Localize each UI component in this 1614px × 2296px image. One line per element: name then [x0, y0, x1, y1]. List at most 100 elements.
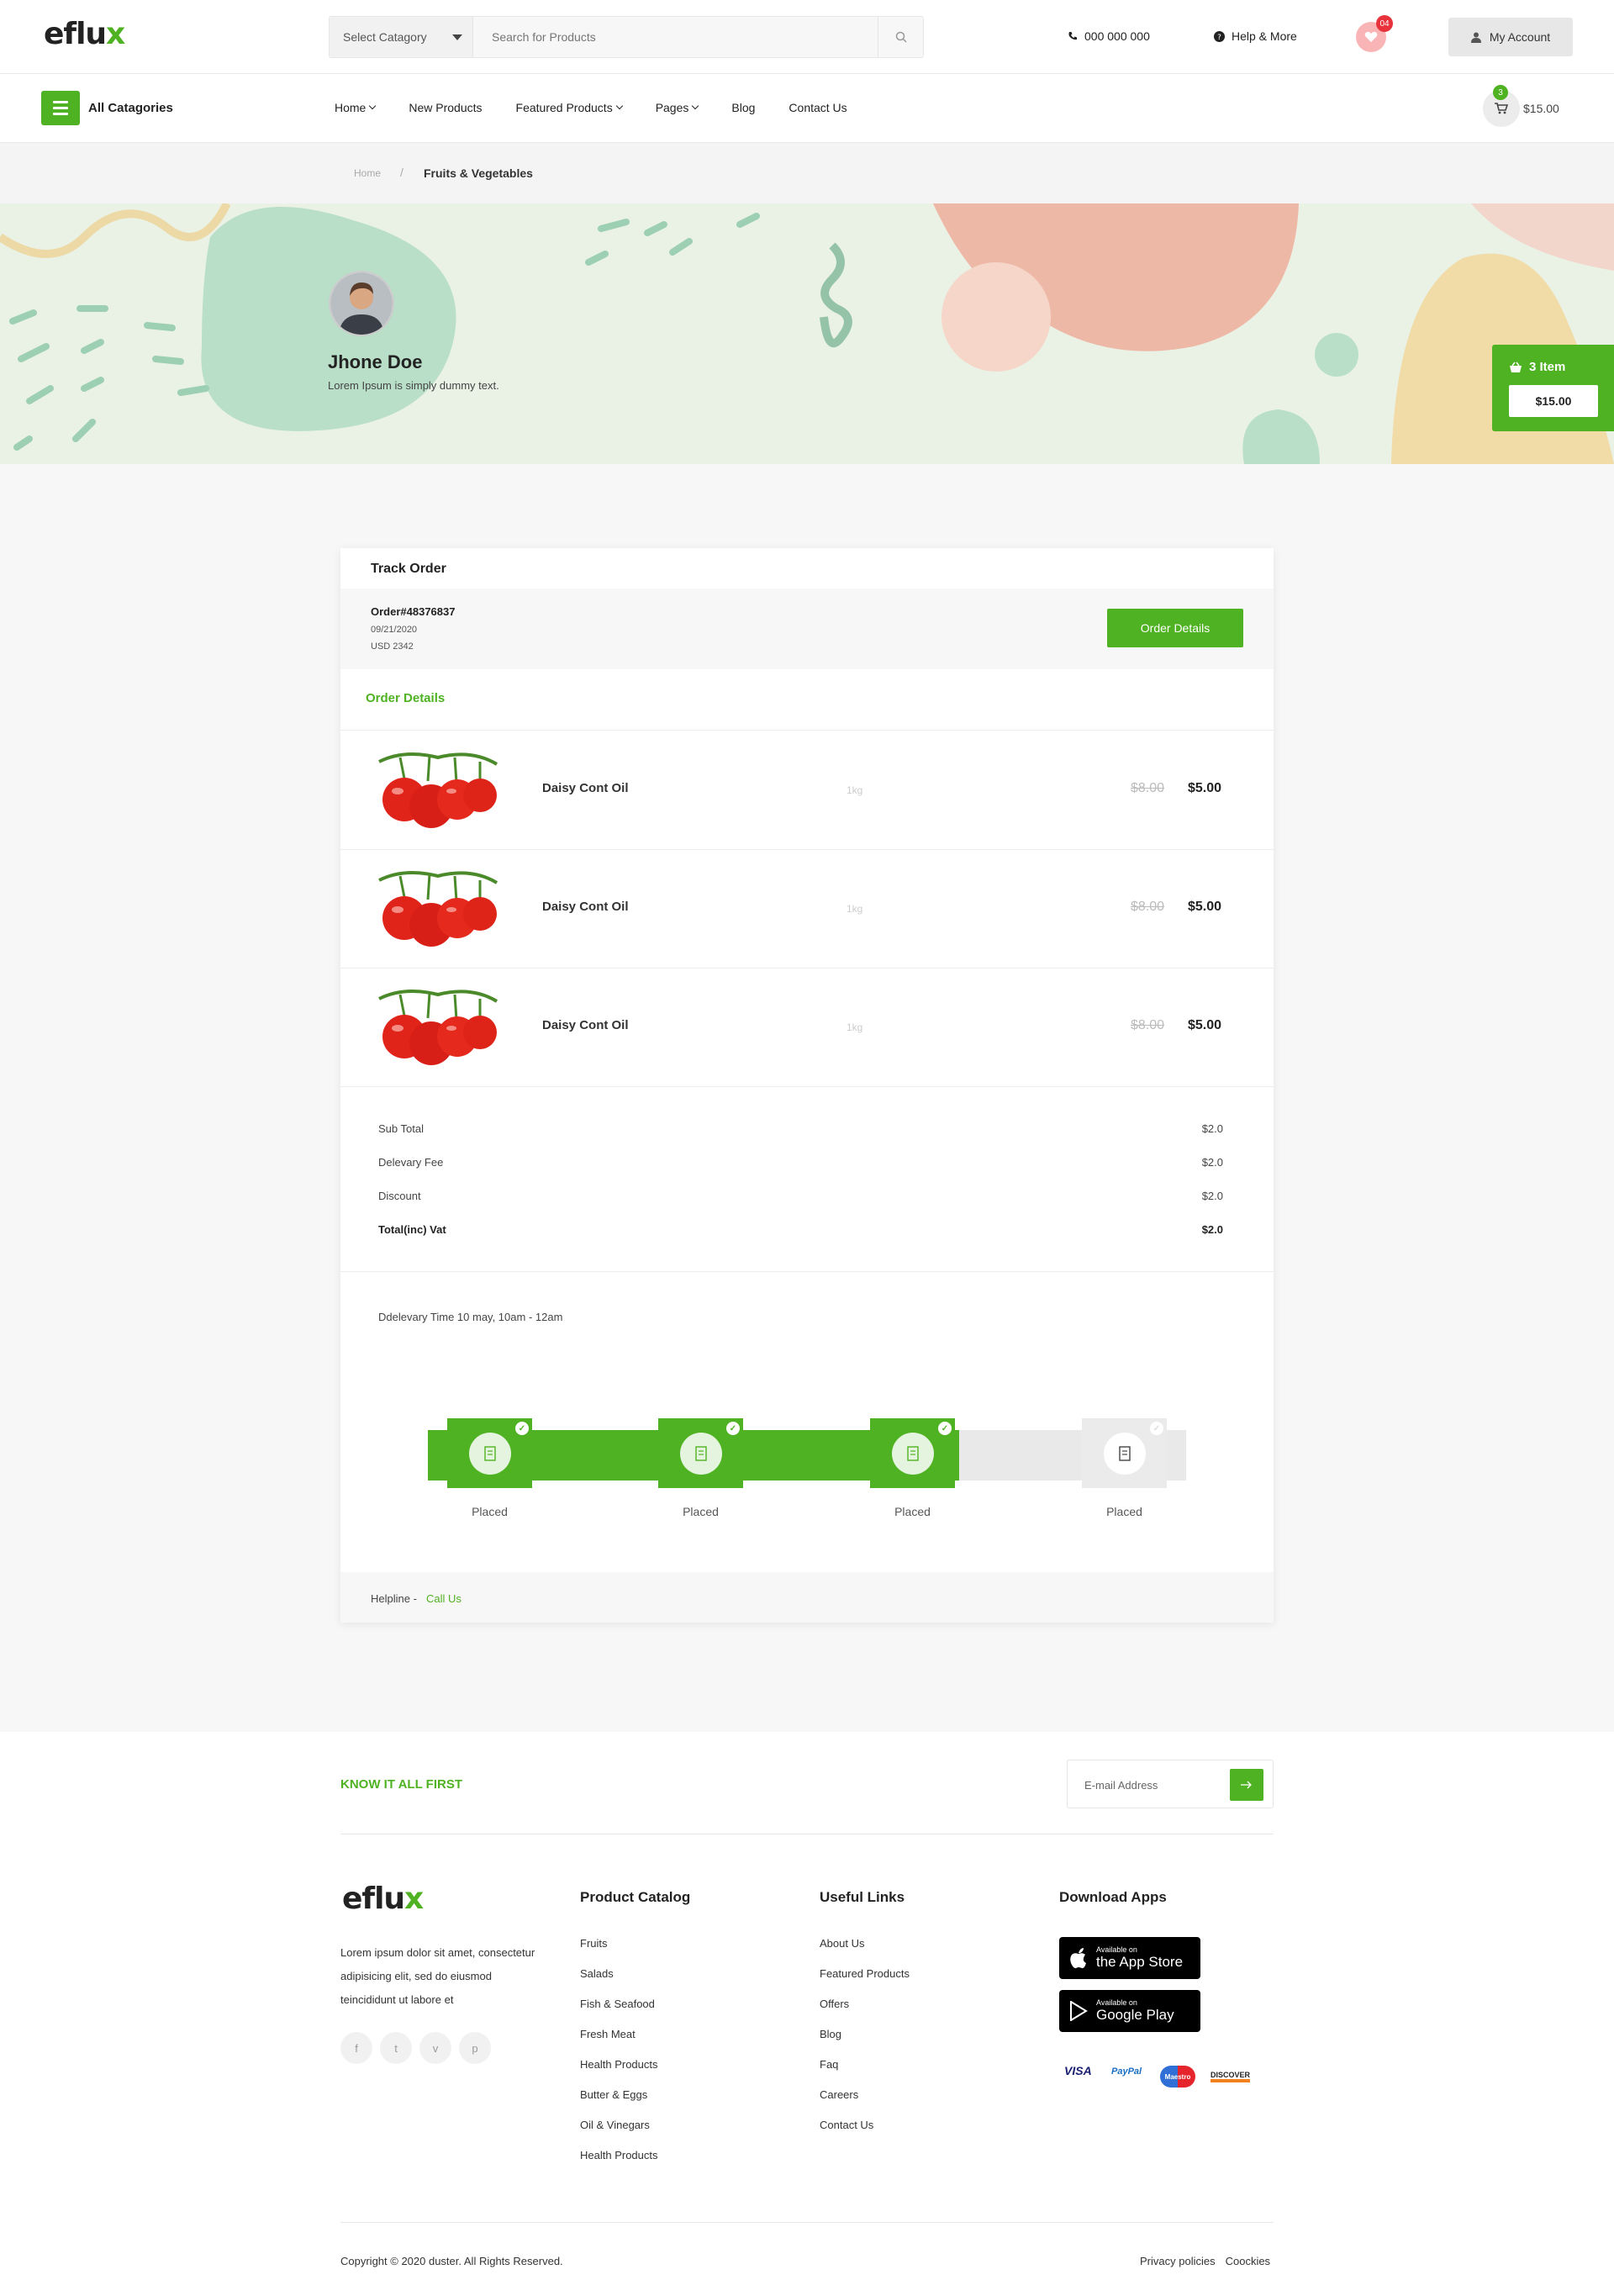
- profile-subtitle: Lorem Ipsum is simply dummy text.: [328, 379, 499, 392]
- catalog-link[interactable]: Fish & Seafood: [580, 1998, 655, 2010]
- logo-text: eflu: [342, 1882, 405, 1916]
- delivery-time: Ddelevary Time 10 may, 10am - 12am: [378, 1311, 563, 1323]
- arrow-right-icon: [1241, 1781, 1252, 1789]
- total-label: Total(inc) Vat: [378, 1223, 446, 1236]
- useful-link[interactable]: Offers: [820, 1998, 849, 2010]
- call-us-link[interactable]: Call Us: [426, 1592, 462, 1605]
- app-store-button[interactable]: Available on the App Store: [1059, 1937, 1200, 1979]
- delivery-fee-value: $2.0: [1201, 1156, 1223, 1169]
- wishlist-button[interactable]: 04: [1356, 15, 1393, 52]
- category-select[interactable]: Select Catagory: [330, 17, 473, 57]
- catalog-link[interactable]: Health Products: [580, 2058, 658, 2071]
- helpline-label: Helpline -: [371, 1592, 417, 1605]
- useful-link[interactable]: Careers: [820, 2088, 858, 2101]
- order-date: 09/21/2020: [371, 625, 418, 635]
- search-input[interactable]: [473, 17, 878, 57]
- email-field[interactable]: E-mail Address: [1084, 1779, 1158, 1792]
- product-name[interactable]: Daisy Cont Oil: [542, 1018, 629, 1032]
- newsletter-submit-button[interactable]: [1230, 1769, 1263, 1801]
- maestro-logo: Maestro: [1160, 2066, 1195, 2088]
- nav-item-pages[interactable]: Pages: [656, 101, 699, 114]
- product-name[interactable]: Daisy Cont Oil: [542, 781, 629, 795]
- receipt-icon: [679, 1432, 722, 1475]
- delivery-fee-label: Delevary Fee: [378, 1156, 444, 1169]
- step-label: Placed: [683, 1505, 719, 1518]
- tomato-picture: [378, 752, 498, 828]
- useful-link[interactable]: Featured Products: [820, 1967, 910, 1980]
- all-categories-button[interactable]: [41, 91, 80, 125]
- product-weight: 1kg: [847, 784, 863, 796]
- discover-logo: DISCOVER: [1210, 2071, 1251, 2082]
- discount-value: $2.0: [1201, 1190, 1223, 1202]
- useful-link[interactable]: Contact Us: [820, 2119, 873, 2131]
- useful-link[interactable]: Blog: [820, 2028, 841, 2040]
- profile-banner: [0, 203, 1614, 464]
- receipt-icon: [1103, 1432, 1146, 1475]
- chevron-down-icon: [369, 102, 377, 110]
- phone-number: 000 000 000: [1084, 29, 1150, 43]
- google-play-small-text: Available on: [1096, 1998, 1137, 2007]
- nav-item-featured-products[interactable]: Featured Products: [516, 101, 623, 114]
- privacy-link[interactable]: Privacy policies: [1140, 2255, 1216, 2267]
- menu: Home New Products Featured Products Page…: [335, 101, 881, 114]
- google-play-button[interactable]: Available on Google Play: [1059, 1990, 1200, 2032]
- nav-item-label: Blog: [731, 101, 756, 114]
- useful-link[interactable]: About Us: [820, 1937, 864, 1950]
- step-label: Placed: [894, 1505, 931, 1518]
- category-select-label: Select Catagory: [343, 30, 427, 44]
- nav-item-new-products[interactable]: New Products: [409, 101, 482, 114]
- nav-item-contact-us[interactable]: Contact Us: [789, 101, 847, 114]
- nav-item-home[interactable]: Home: [335, 101, 377, 114]
- breadcrumb-home[interactable]: Home: [354, 167, 381, 179]
- twitter-icon[interactable]: t: [380, 2032, 412, 2064]
- footer: KNOW IT ALL FIRST E-mail Address eflux L…: [0, 1732, 1614, 2296]
- catalog-link[interactable]: Butter & Eggs: [580, 2088, 647, 2101]
- copyright: Copyright © 2020 duster. All Rights Rese…: [340, 2255, 563, 2267]
- facebook-icon[interactable]: f: [340, 2032, 372, 2064]
- catalog-link[interactable]: Health Products: [580, 2149, 658, 2161]
- order-info-bar: Order#48376837 09/21/2020 USD 2342 Order…: [340, 589, 1274, 669]
- all-categories-label[interactable]: All Catagories: [88, 101, 173, 115]
- catalog-link[interactable]: Salads: [580, 1967, 614, 1980]
- help-link[interactable]: ? Help & More: [1214, 29, 1297, 43]
- catalog-link[interactable]: Fresh Meat: [580, 2028, 636, 2040]
- app-store-small-text: Available on: [1096, 1945, 1137, 1954]
- search-button[interactable]: [878, 17, 923, 57]
- catalog-link[interactable]: Oil & Vinegars: [580, 2119, 650, 2131]
- order-number: Order#48376837: [371, 605, 456, 618]
- subtotal-value: $2.0: [1201, 1122, 1223, 1135]
- nav-item-label: Home: [335, 101, 367, 114]
- phone-link[interactable]: 000 000 000: [1068, 29, 1150, 43]
- main-nav: All Catagories Home New Products Feature…: [0, 74, 1614, 143]
- cart-count-badge: 3: [1493, 85, 1508, 100]
- my-account-button[interactable]: My Account: [1448, 18, 1573, 56]
- floating-cart-count: 3 Item: [1529, 360, 1566, 374]
- tomato-image: [371, 868, 505, 952]
- app-store-label: the App Store: [1096, 1954, 1184, 1970]
- tomato-image: [371, 749, 505, 833]
- cart-button[interactable]: 3: [1483, 85, 1520, 127]
- tomato-image: [371, 986, 505, 1070]
- useful-link[interactable]: Faq: [820, 2058, 838, 2071]
- useful-links-heading: Useful Links: [820, 1889, 905, 1905]
- product-weight: 1kg: [847, 903, 863, 915]
- tracking-step: ✓: [658, 1418, 743, 1488]
- profile-name: Jhone Doe: [328, 351, 423, 372]
- cookies-link[interactable]: Coockies: [1226, 2255, 1270, 2267]
- nav-item-blog[interactable]: Blog: [731, 101, 755, 114]
- order-details-button[interactable]: Order Details: [1107, 609, 1243, 647]
- tracking-step: ✓: [1082, 1418, 1167, 1488]
- catalog-link[interactable]: Fruits: [580, 1937, 608, 1950]
- subtotal-label: Sub Total: [378, 1122, 424, 1135]
- order-item-row: Daisy Cont Oil 1kg $8.00 $5.00: [340, 849, 1274, 968]
- product-price: $5.00: [1188, 1018, 1222, 1032]
- product-name[interactable]: Daisy Cont Oil: [542, 900, 629, 914]
- banner-decoration: [0, 203, 1614, 464]
- logo-text: eflu: [44, 17, 107, 51]
- footer-logo[interactable]: eflux: [342, 1882, 424, 1916]
- logo[interactable]: eflux: [44, 17, 125, 51]
- floating-cart[interactable]: 3 Item $15.00: [1492, 345, 1614, 431]
- phone-icon: [1068, 32, 1077, 40]
- vimeo-icon[interactable]: v: [419, 2032, 451, 2064]
- pinterest-icon[interactable]: p: [459, 2032, 491, 2064]
